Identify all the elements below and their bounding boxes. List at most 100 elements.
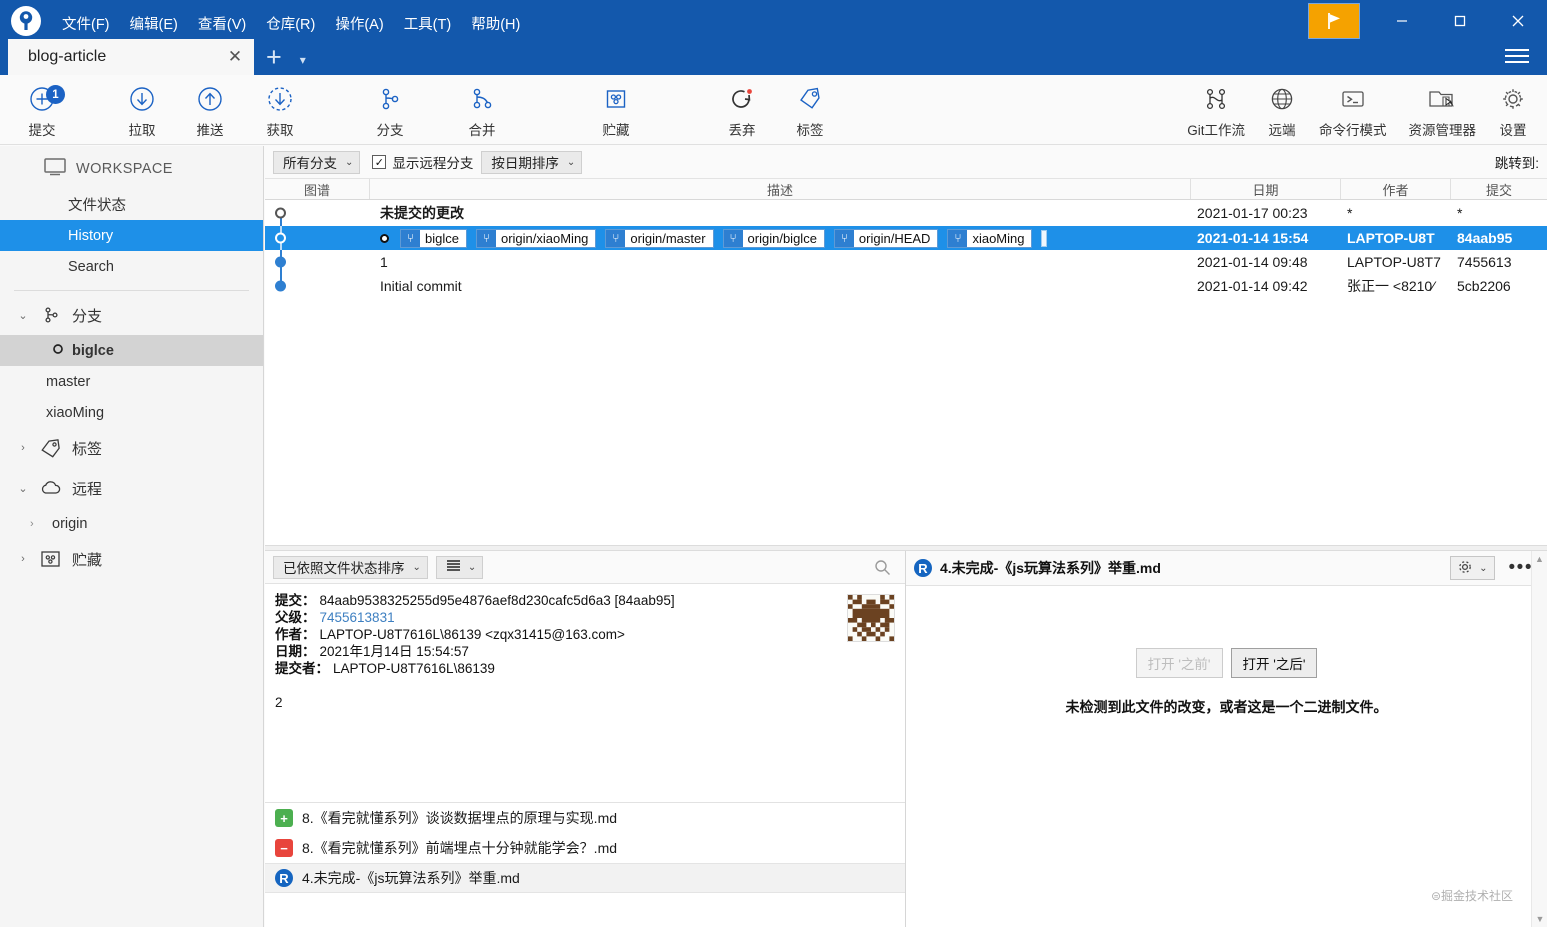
scroll-up-arrow-icon[interactable]: ▲ [1532, 551, 1547, 567]
branch-filter-dropdown[interactable]: 所有分支 ⌄ [273, 150, 361, 174]
sidebar-item-history[interactable]: History [0, 220, 263, 251]
ref-badge[interactable]: ⑂ origin/xiaoMing [475, 228, 597, 248]
column-header-graph[interactable]: 图谱 [265, 179, 370, 199]
scroll-down-arrow-icon[interactable]: ▼ [1532, 911, 1547, 927]
list-item[interactable]: − 8.《看完就懂系列》前端埋点十分钟就能学会？.md [265, 833, 905, 863]
ref-badge[interactable]: ⑂ origin/HEAD [833, 228, 939, 248]
commit-field-parent: 父级： 7455613831 [275, 609, 895, 626]
commit-message-area[interactable]: 提交： 84aab9538325255d95e4876aef8d230cafc5… [265, 584, 905, 803]
toolbar-settings[interactable]: 设置 [1487, 75, 1539, 145]
column-header-date[interactable]: 日期 [1191, 179, 1341, 199]
list-lines-icon [446, 559, 461, 575]
checkbox-box[interactable]: ✓ [372, 155, 387, 169]
toolbar-explorer[interactable]: 资源管理器 [1398, 75, 1488, 145]
diff-header: R 4.未完成-《js玩算法系列》举重.md ⌄ ••• [906, 551, 1547, 586]
chevron-down-icon[interactable]: ⌄ [16, 309, 30, 322]
ref-badge[interactable]: ⑂ biglce [400, 228, 467, 248]
chevron-right-icon[interactable]: › [16, 553, 30, 565]
minimize-button[interactable] [1373, 0, 1431, 42]
toolbar-remote-label: 远端 [1268, 122, 1296, 138]
menu-file[interactable]: 文件(F) [52, 8, 120, 39]
tab-blog-article[interactable]: blog-article ✕ [8, 39, 254, 75]
maximize-button[interactable] [1431, 0, 1489, 42]
tab-list-caret-icon[interactable]: ▾ [294, 53, 312, 67]
menu-repository[interactable]: 仓库(R) [256, 8, 325, 39]
history-list[interactable]: 未提交的更改 2021-01-17 00:23 * * ⑂ biglce ⑂ o… [265, 200, 1547, 545]
menu-help[interactable]: 帮助(H) [461, 8, 530, 39]
flag-button[interactable] [1308, 3, 1360, 39]
menu-actions[interactable]: 操作(A) [325, 8, 393, 39]
column-header-author[interactable]: 作者 [1341, 179, 1451, 199]
tab-label: blog-article [28, 48, 107, 65]
new-tab-button[interactable]: + [254, 42, 294, 72]
ref-badge[interactable]: ⑂ origin/master [605, 228, 714, 248]
diff-vertical-scrollbar[interactable]: ▲ ▼ [1531, 551, 1547, 927]
history-toolbar: 所有分支 ⌄ ✓ 显示远程分支 按日期排序 ⌄ [265, 146, 1547, 178]
sidebar-item-search[interactable]: Search [0, 251, 263, 282]
toolbar-left-group: 1 提交 拉取 推送 获取 分支 合并 贮藏 丢弃 标签 [8, 75, 844, 145]
commit-node-icon [275, 280, 286, 292]
sidebar-branch-xiaoming[interactable]: xiaoMing [0, 397, 263, 428]
column-header-commit[interactable]: 提交 [1451, 179, 1547, 199]
sidebar-group-tags[interactable]: › 标签 [0, 428, 263, 468]
open-before-button[interactable]: 打开 '之前' [1135, 648, 1223, 678]
row-date: 2021-01-17 00:23 [1197, 205, 1308, 221]
toolbar-commit[interactable]: 1 提交 [8, 75, 76, 145]
graph-cell [265, 250, 370, 274]
field-value[interactable]: 7455613831 [316, 609, 395, 626]
file-sort-dropdown[interactable]: 已依照文件状态排序 ⌄ [273, 555, 428, 579]
toolbar-fetch[interactable]: 获取 [246, 75, 314, 145]
toolbar-remote[interactable]: 远端 [1256, 75, 1308, 145]
row-description: 1 [380, 254, 388, 270]
sidebar-item-file-status[interactable]: 文件状态 [0, 189, 263, 220]
hamburger-menu-icon[interactable] [1501, 42, 1533, 70]
toolbar-discard[interactable]: 丢弃 [708, 75, 776, 145]
commit-detail-panel: 已依照文件状态排序 ⌄ ⌄ 提交： 84aab9538325255d95e487… [265, 551, 906, 927]
changed-files-list[interactable]: + 8.《看完就懂系列》谈谈数据埋点的原理与实现.md − 8.《看完就懂系列》… [265, 803, 905, 926]
open-after-button[interactable]: 打开 '之后' [1230, 648, 1318, 678]
row-commit: 84aab95 [1457, 230, 1513, 246]
menu-edit[interactable]: 编辑(E) [120, 8, 188, 39]
ref-badge-overflow [1041, 229, 1048, 247]
sidebar-group-stashes[interactable]: › 贮藏 [0, 539, 263, 579]
sidebar-group-branches[interactable]: ⌄ 分支 [0, 295, 263, 335]
toolbar-push[interactable]: 推送 [176, 75, 244, 145]
toolbar-discard-label: 丢弃 [728, 122, 756, 138]
gear-icon [1457, 559, 1473, 578]
toolbar-gitflow[interactable]: Git工作流 [1176, 75, 1256, 145]
chevron-down-icon[interactable]: ⌄ [16, 482, 30, 495]
table-row[interactable]: ⑂ biglce ⑂ origin/xiaoMing ⑂ origin/mast… [265, 226, 1547, 250]
toolbar-terminal[interactable]: 命令行模式 [1308, 75, 1398, 145]
sidebar-branch-biglce[interactable]: biglce [0, 335, 263, 366]
sidebar-group-remotes[interactable]: ⌄ 远程 [0, 468, 263, 508]
close-button[interactable] [1489, 0, 1547, 42]
list-item[interactable]: + 8.《看完就懂系列》谈谈数据埋点的原理与实现.md [265, 803, 905, 833]
ref-badge[interactable]: ⑂ origin/biglce [722, 228, 825, 248]
table-row[interactable]: 未提交的更改 2021-01-17 00:23 * * [265, 200, 1547, 227]
ref-badge[interactable]: ⑂ xiaoMing [947, 228, 1033, 248]
chevron-right-icon[interactable]: › [30, 518, 44, 530]
toolbar-branch[interactable]: 分支 [356, 75, 424, 145]
sidebar-remote-origin[interactable]: › origin [0, 508, 263, 539]
tab-close-icon[interactable]: ✕ [222, 44, 248, 70]
search-icon[interactable] [874, 559, 891, 579]
toolbar-merge[interactable]: 合并 [448, 75, 516, 145]
menu-tools[interactable]: 工具(T) [394, 8, 462, 39]
row-description: 未提交的更改 [380, 205, 464, 221]
sort-mode-dropdown[interactable]: 按日期排序 ⌄ [481, 150, 583, 174]
toolbar-tag[interactable]: 标签 [776, 75, 844, 145]
table-row[interactable]: 1 2021-01-14 09:48 LAPTOP-U8T7 7455613 [265, 250, 1547, 274]
table-row[interactable]: Initial commit 2021-01-14 09:42 张正一 <821… [265, 274, 1547, 298]
toolbar-pull[interactable]: 拉取 [108, 75, 176, 145]
sidebar-branch-master[interactable]: master [0, 366, 263, 397]
menu-view[interactable]: 查看(V) [188, 8, 256, 39]
column-header-description[interactable]: 描述 [370, 179, 1191, 199]
list-item[interactable]: R 4.未完成-《js玩算法系列》举重.md [265, 863, 905, 893]
show-remote-branches-checkbox[interactable]: ✓ 显示远程分支 [372, 152, 473, 172]
sidebar-branch-label: biglce [72, 342, 114, 359]
row-commit: 7455613 [1457, 254, 1512, 270]
diff-settings-button[interactable]: ⌄ [1450, 556, 1495, 580]
chevron-right-icon[interactable]: › [16, 442, 30, 454]
view-mode-dropdown[interactable]: ⌄ [435, 555, 484, 579]
toolbar-stash[interactable]: 贮藏 [582, 75, 650, 145]
